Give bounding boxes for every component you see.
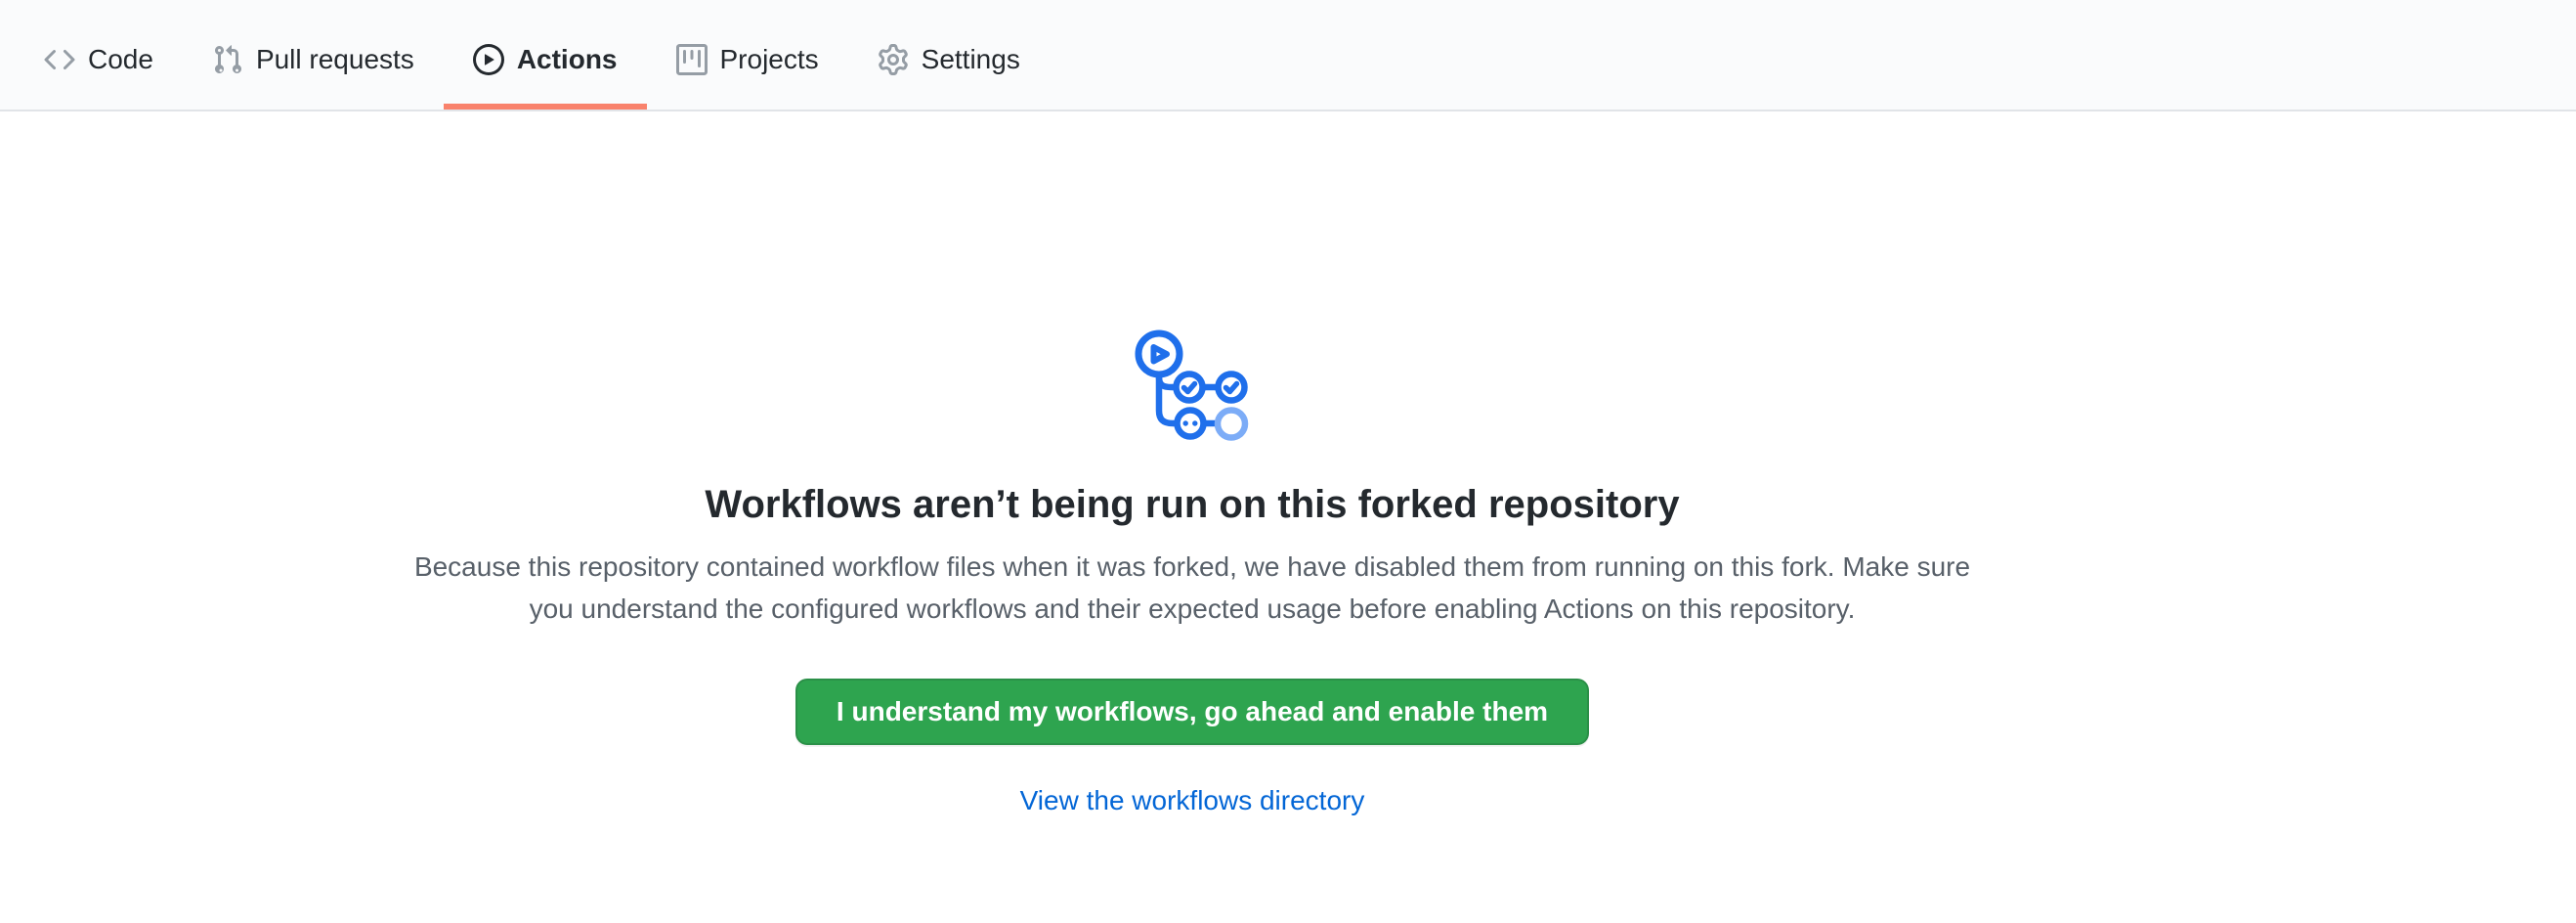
tab-label: Settings [922,44,1020,75]
view-workflows-directory-link[interactable]: View the workflows directory [1020,785,1365,815]
play-icon [473,44,504,75]
blankslate-description: Because this repository contained workfl… [391,546,1994,630]
actions-disabled-view: Workflows aren’t being run on this forke… [0,111,2576,821]
tab-actions[interactable]: Actions [444,0,647,110]
tab-settings[interactable]: Settings [848,0,1050,110]
repo-tab-bar: Code Pull requests Actions Projects Sett [0,0,2576,111]
tab-label: Pull requests [256,44,414,75]
blankslate: Workflows aren’t being run on this forke… [381,111,2003,821]
gear-icon [878,44,909,75]
blankslate-heading: Workflows aren’t being run on this forke… [381,481,2003,528]
tab-label: Projects [720,44,819,75]
repo-page: Code Pull requests Actions Projects Sett [0,0,2576,821]
tab-label: Actions [517,44,618,75]
project-icon [676,44,708,75]
link-row: View the workflows directory [381,780,2003,821]
tab-projects[interactable]: Projects [647,0,848,110]
code-icon [44,44,75,75]
git-pull-request-icon [212,44,243,75]
workflow-graph-icon [1135,329,1250,444]
enable-workflows-button[interactable]: I understand my workflows, go ahead and … [795,679,1589,745]
tab-pull-requests[interactable]: Pull requests [183,0,444,110]
tab-code[interactable]: Code [15,0,183,110]
tab-label: Code [88,44,153,75]
